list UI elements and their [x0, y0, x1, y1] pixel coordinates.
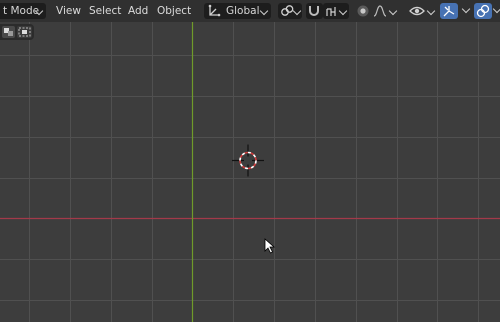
- select-new-button[interactable]: [2, 26, 15, 38]
- proportional-editing-icon: [357, 5, 369, 17]
- chevron-down-icon: [388, 6, 398, 16]
- select-new-icon: [4, 28, 13, 36]
- transform-orientation-label: Global: [226, 5, 260, 17]
- menu-select[interactable]: Select: [89, 3, 121, 19]
- select-extend-button[interactable]: [17, 26, 32, 38]
- eye-visibility-icon: [409, 6, 425, 16]
- axis-orientation-icon: [208, 4, 221, 17]
- mode-selector[interactable]: t Mode: [0, 3, 46, 19]
- viewport-header: t Mode View Select Add Object Global: [0, 0, 500, 22]
- chevron-down-icon[interactable]: [461, 4, 471, 14]
- overlays-toggle[interactable]: [474, 3, 492, 19]
- chevron-down-icon: [338, 6, 348, 16]
- chevron-down-icon[interactable]: [492, 4, 500, 14]
- overlays-icon: [476, 4, 490, 18]
- pivot-point-dropdown[interactable]: [278, 3, 302, 19]
- chevron-down-icon: [259, 6, 269, 16]
- menu-view[interactable]: View: [56, 3, 81, 19]
- falloff-curve-icon: [373, 5, 387, 17]
- visibility-dropdown[interactable]: [408, 3, 436, 19]
- falloff-dropdown[interactable]: [372, 3, 398, 19]
- select-extend-icon: [18, 27, 31, 37]
- menu-object[interactable]: Object: [157, 3, 191, 19]
- proportional-editing-toggle[interactable]: [354, 3, 372, 19]
- transform-orientation-dropdown[interactable]: Global: [204, 3, 271, 19]
- gizmo-icon: [443, 6, 455, 17]
- select-mode-strip: [0, 24, 34, 40]
- snap-toggle[interactable]: [306, 3, 323, 19]
- viewport-grid: [0, 22, 500, 322]
- gizmo-toggle[interactable]: [440, 3, 458, 19]
- snap-target-dropdown[interactable]: [323, 3, 349, 19]
- chevron-down-icon: [292, 6, 302, 16]
- mode-label: t Mode: [3, 5, 40, 17]
- mouse-pointer-icon: [264, 238, 276, 254]
- chevron-down-icon: [426, 6, 436, 16]
- 3d-cursor-icon[interactable]: [232, 144, 264, 177]
- menu-add[interactable]: Add: [128, 3, 148, 19]
- magnet-snap-icon: [309, 6, 319, 16]
- snap-increment-icon: [326, 7, 336, 16]
- 3d-viewport[interactable]: [0, 22, 500, 322]
